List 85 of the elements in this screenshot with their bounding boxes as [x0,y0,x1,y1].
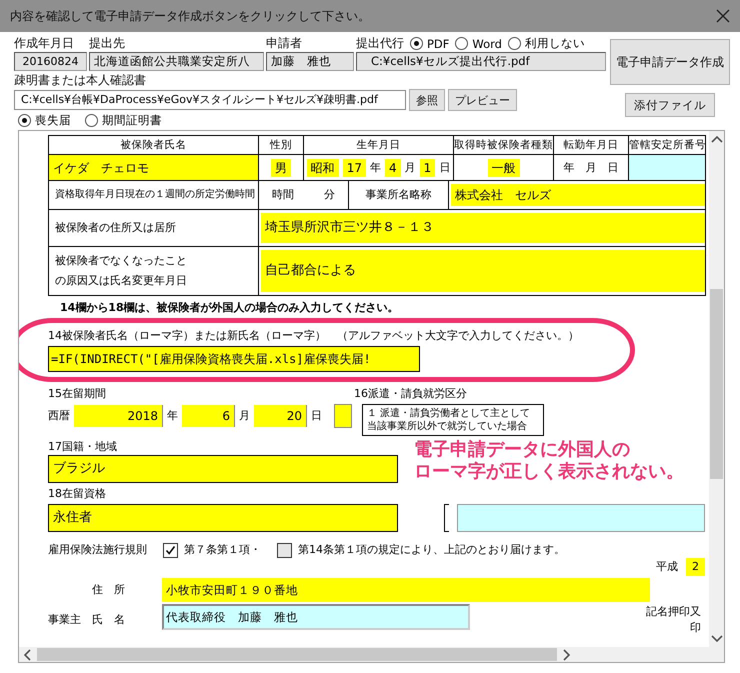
window-title: 内容を確認して電子申請データ作成ボタンをクリックして下さい。 [10,8,370,24]
radio-button[interactable]: PDF [410,36,450,50]
field-label: 17国籍・地域 [48,439,117,455]
field-label: 提出代行 [356,35,404,52]
input-field[interactable]: 小牧市安田町１９０番地 [162,578,650,602]
seal-mark: 印 [690,620,701,636]
input-field[interactable]: =IF(INDIRECT("[雇用保険資格喪失届.xls]雇保喪失届! [48,346,420,372]
field-label: 18在留資格 [48,486,106,502]
input-field[interactable]: 永住者 [48,504,398,532]
radio-button[interactable]: Word [455,36,502,50]
attach-button[interactable]: 添付ファイル [625,93,715,117]
checkbox-label: 第14条第１項の規定により、上記のとおり届けます。 [298,542,565,558]
input-field[interactable]: 男 [271,158,291,176]
scroll-thumb[interactable] [37,648,557,661]
cell-text: 西暦 [48,408,70,424]
input-field[interactable]: 埼玉県所沢市三ツ井８－１３ [261,213,705,243]
radio-button[interactable]: 利用しない [508,36,585,51]
field-label: 記名押印又 [646,604,701,620]
create-button[interactable]: 電子申請データ作成 [610,39,730,85]
field-label: 16派遣・請負就労区分 [354,386,467,402]
note-box: １ 派遣・請負労働者として主として当該事業所以外で就労していた場合 [362,404,544,436]
input-field[interactable]: イケダ チェロモ [49,155,258,180]
cell-text: 年 [167,408,178,424]
checkbox[interactable] [277,542,292,558]
input-field[interactable]: 20 [254,405,307,427]
bracket-mark [444,504,449,532]
vertical-scrollbar[interactable] [709,131,724,647]
cell-text: 分 [324,187,335,203]
field-label: 14被保険者氏名（ローマ字）または新氏名（ローマ字） （アルファベット大文字で入力してください。） [48,328,579,344]
input-field[interactable]: 17 [342,158,366,176]
radio-button[interactable]: 喪失届 [18,113,71,128]
close-icon [716,9,730,23]
cell-text: 月 [239,408,250,424]
radio-button[interactable]: 期間証明書 [85,113,162,128]
input-field[interactable]: ブラジル [48,455,398,483]
input-field[interactable]: 1 [420,158,436,176]
field-label: 疎明書または本人確認書 [14,72,147,89]
field-label: 平成 [656,559,678,575]
notice-text: 14欄から18欄は、被保険者が外国人の場合のみ入力してください。 [60,300,399,316]
input-field[interactable]: 2018 [74,405,163,427]
cell-text: 年 月 日 [564,160,618,176]
horizontal-scrollbar[interactable] [19,647,709,662]
input-field[interactable] [457,504,705,532]
cell-text: 被保険者の住所又は居所 [55,220,176,236]
column-header: 被保険者氏名 [49,136,259,154]
field-label: 15在留期間 [48,386,106,402]
field-label: 雇用保険法施行規則 [48,542,147,558]
column-header: 取得時被保険者種類 [454,136,554,154]
input-field[interactable] [629,155,705,180]
field-label: 作成年月日 [14,35,75,52]
close-button[interactable] [714,7,732,25]
column-header: 性別 [259,136,304,154]
cell-text: 時間 [272,187,294,203]
field-label: 氏 名 [92,612,126,628]
cell-text: 日 [439,160,450,176]
input-field[interactable]: 自己都合による [261,250,705,292]
button[interactable]: 参照 [409,89,445,111]
cell-text: 日 [311,408,322,424]
field-label: 住 所 [92,582,126,598]
checkbox-label: 第７条第１項・ [184,542,261,558]
cell-text: 事業所名略称 [366,187,432,203]
button[interactable]: プレビュー [448,89,517,111]
input-field[interactable] [334,404,352,428]
checkbox[interactable] [163,542,178,558]
cell-text: 資格取得年月日現在の１週間の所定労働時間 [55,188,255,202]
scroll-thumb[interactable] [710,289,723,479]
column-header: 転勤年月日 [554,136,629,154]
annotation-text: ローマ字が正しく表示されない。 [414,461,684,483]
input-field[interactable]: 昭和 [306,158,339,176]
input-field[interactable]: 一般 [488,158,520,176]
input-field[interactable]: 2 [686,558,705,576]
annotation-text: 電子申請データに外国人の [414,439,631,461]
field-label: 提出先 [89,35,126,52]
input-field[interactable]: 6 [182,405,235,427]
input-field[interactable]: 4 [385,158,401,176]
cell-text: 月 [404,160,416,176]
input-field[interactable]: 株式会社 セルズ [451,184,705,206]
field-label: 事業主 [48,612,82,628]
input-field[interactable]: 代表取締役 加藤 雅也 [162,604,470,630]
column-header: 生年月日 [304,136,454,154]
column-header: 管轄安定所番号 [629,136,706,154]
field-label: 申請者 [266,35,303,52]
path-field[interactable]: C:¥cells¥台帳¥DaProcess¥eGov¥スタイルシート¥セルズ¥疎明書.pdf [14,90,406,110]
cell-text: 被保険者でなくなったことの原因又は氏名変更年月日 [55,253,188,289]
cell-text: 年 [370,160,381,176]
